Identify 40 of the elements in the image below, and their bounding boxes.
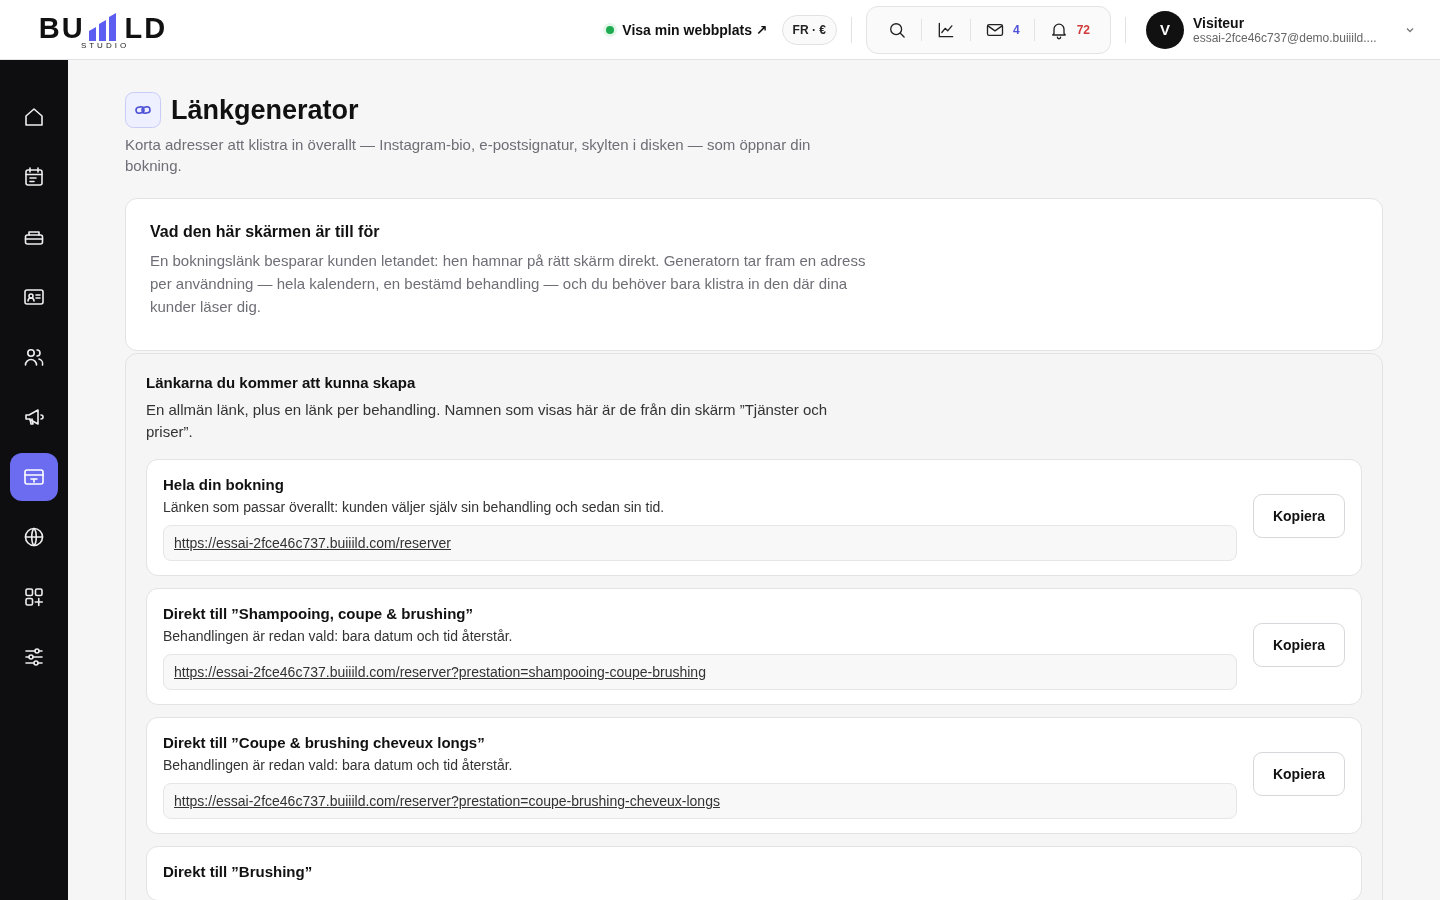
link-icon bbox=[125, 92, 161, 128]
link-description: Behandlingen är redan vald: bara datum och tid återstår. bbox=[163, 628, 514, 644]
link-title: Direkt till ”Shampooing, coupe & brushing” bbox=[163, 605, 474, 622]
globe-icon bbox=[22, 525, 46, 549]
user-email: essai-2fce46c737@demo.buiiild.... bbox=[1193, 30, 1378, 45]
copy-button[interactable]: Kopiera bbox=[1253, 622, 1345, 667]
link-title: Hela din bokning bbox=[163, 476, 285, 493]
status-dot bbox=[606, 25, 615, 34]
site-link[interactable]: Visa min webbplats ↗ bbox=[606, 21, 768, 38]
user-menu[interactable]: V Visiteur essai-2fce46c737@demo.buiiild.... bbox=[1146, 10, 1416, 49]
card-text: En bokningslänk besparar kunden letandet: hen hamnar på rätt skärm direkt. Generatorn tar fram en adress per användning — hela kalendern, en bestämd behandling — och du behöver bara klistra in den där dina kunder läser dig. bbox=[150, 251, 867, 317]
section-title: Länkarna du kommer att kunna skapa bbox=[146, 374, 417, 391]
sidebar-item[interactable] bbox=[10, 453, 58, 501]
mail-button[interactable]: 4 bbox=[976, 15, 1028, 44]
url-field[interactable]: https://essai-2fce46c737.buiiild.com/reserver bbox=[163, 525, 1237, 561]
url-link[interactable]: https://essai-2fce46c737.buiiild.com/reserver?prestation=shampooing-coupe-brushing bbox=[174, 664, 706, 680]
copy-button[interactable]: Kopiera bbox=[1253, 493, 1345, 538]
sliders-icon bbox=[22, 645, 46, 669]
home-icon bbox=[22, 105, 46, 129]
count-label: 72 bbox=[1076, 22, 1090, 37]
bell-button[interactable]: 72 bbox=[1040, 15, 1098, 44]
url-field[interactable]: https://essai-2fce46c737.buiiild.com/reserver?prestation=coupe-brushing-cheveux-longs bbox=[163, 783, 1237, 819]
locale-button[interactable]: FR · € bbox=[781, 14, 837, 45]
count-label: 4 bbox=[1012, 22, 1020, 37]
page-subtitle: Korta adresser att klistra in överallt — Instagram-bio, e-postsignatur, skylten i disken — som öppnar din bokning. bbox=[125, 135, 812, 176]
card-title: Vad den här skärmen är till för bbox=[150, 223, 381, 241]
user-name: Visiteur bbox=[1193, 14, 1246, 31]
link-title: Direkt till ”Brushing” bbox=[163, 863, 314, 880]
link-description: Behandlingen är redan vald: bara datum och tid återstår. bbox=[163, 757, 514, 773]
avatar: V bbox=[1146, 10, 1184, 49]
copy-button[interactable]: Kopiera bbox=[1253, 751, 1345, 796]
calendar-icon bbox=[22, 165, 46, 189]
link-title: Direkt till ”Coupe & brushing cheveux longs” bbox=[163, 734, 486, 751]
link-description: Länken som passar överallt: kunden väljer själv sin behandling och sedan sin tid. bbox=[163, 499, 666, 515]
section-text: En allmän länk, plus en länk per behandling. Namnen som visas här är de från din skärm ”Tjänster och priser”. bbox=[146, 400, 829, 442]
url-field[interactable]: https://essai-2fce46c737.buiiild.com/reserver?prestation=shampooing-coupe-brushing bbox=[163, 654, 1237, 690]
url-link[interactable]: https://essai-2fce46c737.buiiild.com/reserver bbox=[174, 535, 452, 551]
apps-icon bbox=[22, 585, 46, 609]
page-title: Länkgenerator bbox=[171, 94, 359, 126]
url-link[interactable]: https://essai-2fce46c737.buiiild.com/reserver?prestation=coupe-brushing-cheveux-longs bbox=[174, 793, 720, 809]
